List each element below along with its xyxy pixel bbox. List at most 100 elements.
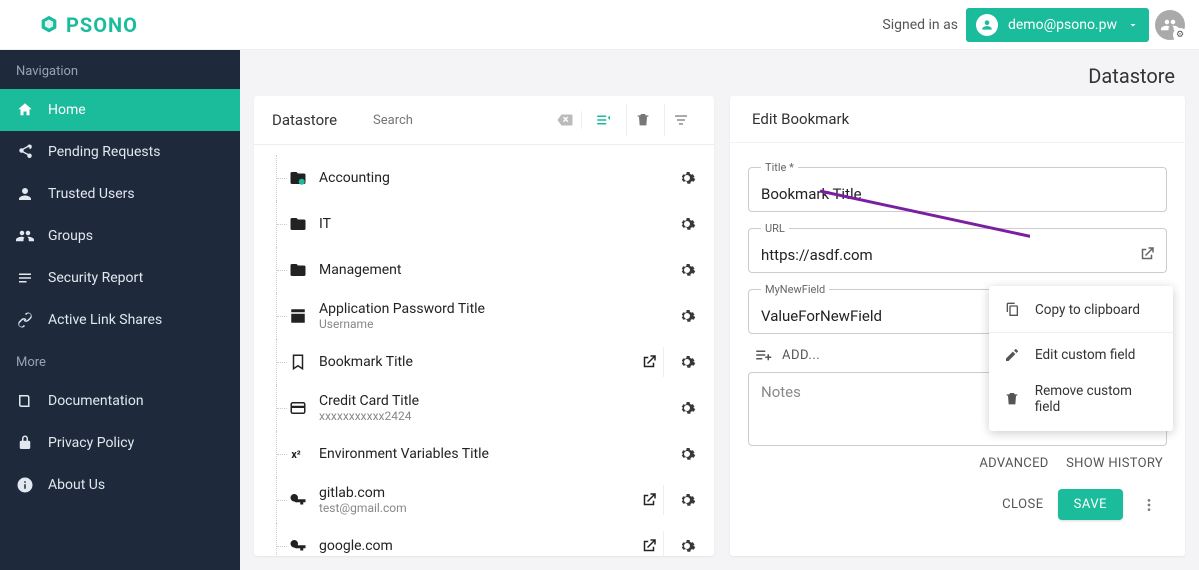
list-icon — [16, 269, 34, 287]
row-type-icon — [287, 307, 309, 325]
expand-all-button[interactable] — [588, 104, 620, 136]
sidebar-item-privacy-policy[interactable]: Privacy Policy — [0, 422, 240, 464]
edit-panel-title: Edit Bookmark — [730, 96, 1185, 143]
sidebar-item-label: Pending Requests — [48, 144, 160, 160]
gear-badge-icon: ⚙ — [1173, 28, 1187, 42]
sidebar: Navigation Home Pending Requests Trusted… — [0, 50, 240, 570]
user-email: demo@psono.pw — [1008, 17, 1117, 33]
filter-button[interactable] — [664, 104, 696, 136]
ctx-label: Edit custom field — [1035, 347, 1135, 363]
row-settings-button[interactable] — [670, 439, 704, 469]
search-input[interactable] — [373, 113, 556, 128]
group-settings-button[interactable]: ⚙ — [1155, 10, 1185, 40]
ctx-edit-custom-field[interactable]: Edit custom field — [989, 337, 1173, 373]
open-url-icon[interactable] — [1138, 245, 1156, 263]
row-settings-button[interactable] — [670, 393, 704, 423]
title-label: Title * — [761, 161, 798, 174]
row-open-button[interactable] — [634, 485, 664, 515]
datastore-row[interactable]: Accounting — [276, 155, 708, 201]
row-open-button[interactable] — [634, 347, 664, 377]
sidebar-item-label: Security Report — [48, 270, 143, 286]
datastore-row[interactable]: Bookmark Title — [276, 339, 708, 385]
info-icon — [16, 476, 34, 494]
person-icon — [16, 185, 34, 203]
row-settings-button[interactable] — [670, 347, 704, 377]
link-icon — [16, 311, 34, 329]
show-history-link[interactable]: SHOW HISTORY — [1066, 456, 1163, 471]
sidebar-item-documentation[interactable]: Documentation — [0, 380, 240, 422]
user-menu[interactable]: demo@psono.pw — [966, 8, 1149, 42]
ctx-remove-custom-field[interactable]: Remove custom field — [989, 373, 1173, 425]
top-bar: PSONO Signed in as demo@psono.pw ⚙ — [0, 0, 1199, 50]
datastore-row[interactable]: gitlab.comtest@gmail.com — [276, 477, 708, 523]
title-input[interactable] — [761, 185, 1124, 203]
url-field: URL — [748, 222, 1167, 273]
close-button[interactable]: CLOSE — [1002, 497, 1044, 512]
row-type-icon — [287, 261, 309, 279]
datastore-row[interactable]: google.com — [276, 523, 708, 556]
sidebar-section-navigation: Navigation — [0, 50, 240, 89]
datastore-row[interactable]: Credit Card Titlexxxxxxxxxxx2424 — [276, 385, 708, 431]
sidebar-section-more: More — [0, 341, 240, 380]
row-type-icon — [287, 215, 309, 233]
sidebar-item-label: Active Link Shares — [48, 312, 162, 328]
row-title: google.com — [319, 538, 634, 554]
datastore-row[interactable]: Application Password TitleUsername — [276, 293, 708, 339]
sidebar-item-label: Privacy Policy — [48, 435, 134, 451]
copy-icon — [1003, 302, 1021, 318]
row-settings-button[interactable] — [670, 255, 704, 285]
datastore-row[interactable]: Management — [276, 247, 708, 293]
sidebar-item-home[interactable]: Home — [0, 89, 240, 131]
row-type-icon — [287, 169, 309, 187]
svg-text:x²: x² — [291, 448, 300, 461]
group-icon — [16, 227, 34, 245]
row-type-icon — [287, 399, 309, 417]
trash-button[interactable] — [626, 104, 658, 136]
url-input[interactable] — [761, 246, 1124, 264]
advanced-link[interactable]: ADVANCED — [979, 456, 1048, 471]
row-settings-button[interactable] — [670, 531, 704, 556]
row-type-icon — [287, 353, 309, 371]
title-field: Title * — [748, 161, 1167, 212]
sidebar-item-pending-requests[interactable]: Pending Requests — [0, 131, 240, 173]
datastore-panel-title: Datastore — [272, 111, 337, 129]
main-area: Datastore Datastore — [240, 50, 1199, 570]
chevron-down-icon — [1127, 19, 1139, 31]
clear-search-icon[interactable] — [556, 111, 573, 129]
page-title: Datastore — [240, 50, 1199, 96]
signed-in-label: Signed in as — [882, 17, 958, 33]
avatar-icon — [976, 14, 998, 36]
sidebar-item-groups[interactable]: Groups — [0, 215, 240, 257]
ctx-label: Remove custom field — [1035, 383, 1159, 415]
sidebar-item-label: Groups — [48, 228, 93, 244]
custom-field-context-menu: Copy to clipboard Edit custom field Remo… — [989, 286, 1173, 431]
row-title: IT — [319, 216, 670, 232]
row-title: Management — [319, 262, 670, 278]
save-button[interactable]: SAVE — [1058, 489, 1123, 520]
home-icon — [16, 101, 34, 119]
ctx-divider — [989, 332, 1173, 333]
datastore-tree[interactable]: Accounting IT Management Application Passwo… — [254, 145, 714, 556]
row-settings-button[interactable] — [670, 301, 704, 331]
trash-icon — [1003, 391, 1021, 407]
search-box — [373, 111, 582, 129]
sidebar-item-about-us[interactable]: About Us — [0, 464, 240, 506]
row-settings-button[interactable] — [670, 209, 704, 239]
brand-logo[interactable]: PSONO — [38, 13, 138, 37]
add-field-label: ADD... — [782, 348, 820, 363]
ctx-copy-clipboard[interactable]: Copy to clipboard — [989, 292, 1173, 328]
sidebar-item-trusted-users[interactable]: Trusted Users — [0, 173, 240, 215]
sidebar-item-active-link-shares[interactable]: Active Link Shares — [0, 299, 240, 341]
sidebar-item-security-report[interactable]: Security Report — [0, 257, 240, 299]
row-subtitle: Username — [319, 317, 670, 331]
row-settings-button[interactable] — [670, 163, 704, 193]
row-subtitle: test@gmail.com — [319, 501, 634, 515]
brand-text: PSONO — [66, 13, 138, 37]
datastore-row[interactable]: x²Environment Variables Title — [276, 431, 708, 477]
row-open-button[interactable] — [634, 531, 664, 556]
more-menu-button[interactable] — [1137, 493, 1161, 517]
custom-field-label: MyNewField — [761, 283, 829, 296]
datastore-row[interactable]: IT — [276, 201, 708, 247]
edit-bookmark-panel: Edit Bookmark Title * URL MyNew — [730, 96, 1185, 556]
row-settings-button[interactable] — [670, 485, 704, 515]
